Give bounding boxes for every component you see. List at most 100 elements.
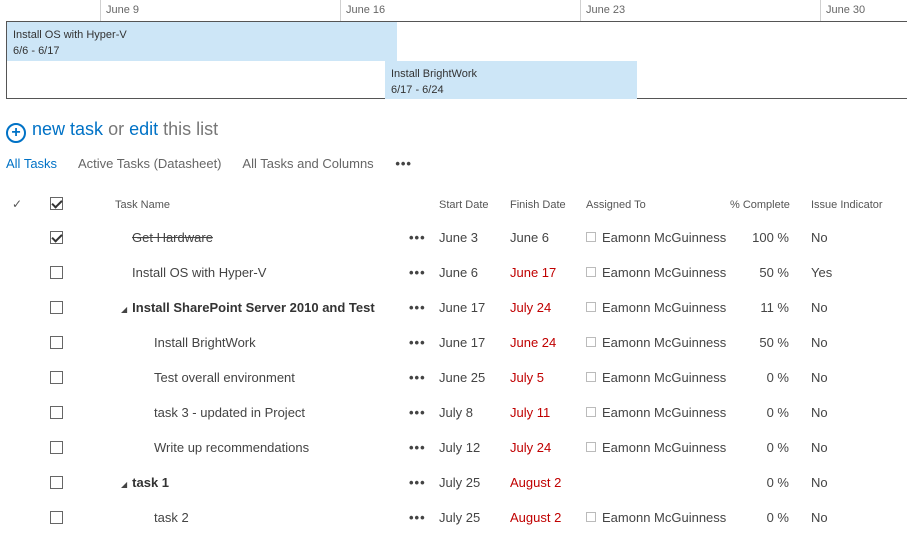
assigned-to[interactable]: Eamonn McGuinness xyxy=(586,300,726,315)
row-menu-button[interactable]: ••• xyxy=(409,335,426,350)
view-all-tasks-columns[interactable]: All Tasks and Columns xyxy=(242,156,373,171)
table-row[interactable]: Install OS with Hyper-V ••• June 6 June 17 E… xyxy=(0,256,907,291)
table-row[interactable]: task 3 - updated in Project ••• July 8 July… xyxy=(0,396,907,431)
start-date: June 17 xyxy=(439,300,486,315)
header-task-name[interactable]: Task Name xyxy=(115,199,170,211)
view-active-tasks[interactable]: Active Tasks (Datasheet) xyxy=(78,156,222,171)
header-assigned-to[interactable]: Assigned To xyxy=(586,199,646,211)
row-menu-button[interactable]: ••• xyxy=(409,230,426,245)
task-name-text: Write up recommendations xyxy=(154,440,310,455)
select-column-check-icon[interactable]: ✓ xyxy=(12,197,22,211)
task-name[interactable]: Install OS with Hyper-V xyxy=(132,265,266,280)
task-name[interactable]: ◢ task 1 xyxy=(121,475,169,490)
finish-date: June 24 xyxy=(510,335,557,350)
assigned-to-name[interactable]: Eamonn McGuinness xyxy=(602,335,726,350)
plus-circle-icon[interactable]: + xyxy=(6,123,26,143)
timeline-bar-range: 6/17 - 6/24 xyxy=(391,84,444,96)
assigned-to[interactable]: Eamonn McGuinness xyxy=(586,265,726,280)
new-task-link[interactable]: new task xyxy=(32,119,103,139)
header-issue-indicator[interactable]: Issue Indicator xyxy=(811,199,883,211)
assigned-to-name[interactable]: Eamonn McGuinness xyxy=(602,265,726,280)
timeline-date: June 16 xyxy=(346,4,386,16)
row-checkbox[interactable] xyxy=(50,336,63,349)
row-checkbox[interactable] xyxy=(50,441,63,454)
assigned-to[interactable]: Eamonn McGuinness xyxy=(586,510,726,525)
assigned-to[interactable]: Eamonn McGuinness xyxy=(586,440,726,455)
header-percent-complete[interactable]: % Complete xyxy=(730,199,790,211)
issue-indicator: No xyxy=(811,440,828,455)
timeline-date: June 30 xyxy=(826,4,866,16)
table-row[interactable]: ◢ task 1 ••• July 25 August 2 0 % No xyxy=(0,466,907,501)
select-all-checkbox[interactable] xyxy=(50,197,63,210)
task-name[interactable]: Write up recommendations xyxy=(154,440,309,455)
timeline-area: Install OS with Hyper-V 6/6 - 6/17 Insta… xyxy=(6,21,907,99)
finish-date: June 6 xyxy=(510,230,550,245)
edit-link[interactable]: edit xyxy=(129,119,158,139)
assigned-to[interactable]: Eamonn McGuinness xyxy=(586,370,726,385)
issue-indicator: No xyxy=(811,300,828,315)
row-menu-button[interactable]: ••• xyxy=(409,475,426,490)
timeline-bar-install-brightwork[interactable]: Install BrightWork 6/17 - 6/24 xyxy=(385,61,637,99)
row-checkbox[interactable] xyxy=(50,406,63,419)
percent-complete: 11 % xyxy=(760,300,789,315)
task-name[interactable]: ◢ Install SharePoint Server 2010 and Test xyxy=(121,300,375,315)
task-name[interactable]: task 3 - updated in Project xyxy=(154,405,305,420)
row-menu-button[interactable]: ••• xyxy=(409,405,426,420)
row-checkbox[interactable] xyxy=(50,301,63,314)
issue-indicator: No xyxy=(811,510,828,525)
header-finish-date[interactable]: Finish Date xyxy=(510,199,566,211)
collapse-triangle-icon[interactable]: ◢ xyxy=(121,480,127,489)
assigned-to-name[interactable]: Eamonn McGuinness xyxy=(602,230,726,245)
table-row[interactable]: task 2 ••• July 25 August 2 Eamonn McGuinnes… xyxy=(0,501,907,536)
presence-icon xyxy=(586,302,596,312)
new-task-bar: + new task or edit this list xyxy=(6,119,218,143)
row-checkbox[interactable] xyxy=(50,511,63,524)
collapse-triangle-icon[interactable]: ◢ xyxy=(121,305,127,314)
assigned-to-name[interactable]: Eamonn McGuinness xyxy=(602,300,726,315)
timeline: June 9 June 16 June 23 June 30 Install O… xyxy=(0,0,907,100)
table-row[interactable]: ◢ Install SharePoint Server 2010 and Test… xyxy=(0,291,907,326)
row-checkbox[interactable] xyxy=(50,371,63,384)
assigned-to-name[interactable]: Eamonn McGuinness xyxy=(602,370,726,385)
presence-icon xyxy=(586,337,596,347)
task-name[interactable]: Test overall environment xyxy=(154,370,295,385)
task-name[interactable]: Get Hardware xyxy=(132,230,213,245)
row-checkbox[interactable] xyxy=(50,231,63,244)
header-start-date[interactable]: Start Date xyxy=(439,199,489,211)
assigned-to[interactable]: Eamonn McGuinness xyxy=(586,230,726,245)
assigned-to-name[interactable]: Eamonn McGuinness xyxy=(602,510,726,525)
task-name-text: task 2 xyxy=(154,510,189,525)
table-row[interactable]: Test overall environment ••• June 25 July 5… xyxy=(0,361,907,396)
view-all-tasks[interactable]: All Tasks xyxy=(6,156,57,171)
row-menu-button[interactable]: ••• xyxy=(409,300,426,315)
start-date: July 25 xyxy=(439,510,481,525)
table-row[interactable]: Get Hardware ••• June 3 June 6 Eamonn McGuin… xyxy=(0,221,907,256)
row-checkbox[interactable] xyxy=(50,476,63,489)
task-name[interactable]: task 2 xyxy=(154,510,189,525)
assigned-to-name[interactable]: Eamonn McGuinness xyxy=(602,440,726,455)
row-menu-button[interactable]: ••• xyxy=(409,370,426,385)
row-menu-button[interactable]: ••• xyxy=(409,265,426,280)
assigned-to-name[interactable]: Eamonn McGuinness xyxy=(602,405,726,420)
presence-icon xyxy=(586,232,596,242)
row-checkbox[interactable] xyxy=(50,266,63,279)
timeline-bar-install-os[interactable]: Install OS with Hyper-V 6/6 - 6/17 xyxy=(7,22,397,61)
more-views-button[interactable]: ••• xyxy=(395,156,412,171)
presence-icon xyxy=(586,267,596,277)
table-row[interactable]: Write up recommendations ••• July 12 July 2… xyxy=(0,431,907,466)
assigned-to[interactable]: Eamonn McGuinness xyxy=(586,335,726,350)
task-name-text: Get Hardware xyxy=(132,230,213,245)
presence-icon xyxy=(586,512,596,522)
finish-date: July 24 xyxy=(510,300,552,315)
start-date: June 25 xyxy=(439,370,486,385)
issue-indicator: No xyxy=(811,405,828,420)
row-menu-button[interactable]: ••• xyxy=(409,440,426,455)
row-menu-button[interactable]: ••• xyxy=(409,510,426,525)
percent-complete: 50 % xyxy=(759,265,789,280)
finish-date: July 24 xyxy=(510,440,552,455)
finish-date: August 2 xyxy=(510,510,562,525)
assigned-to[interactable]: Eamonn McGuinness xyxy=(586,405,726,420)
task-name[interactable]: Install BrightWork xyxy=(154,335,256,350)
task-name-text: task 3 - updated in Project xyxy=(154,405,306,420)
table-row[interactable]: Install BrightWork ••• June 17 June 24 Eamon… xyxy=(0,326,907,361)
